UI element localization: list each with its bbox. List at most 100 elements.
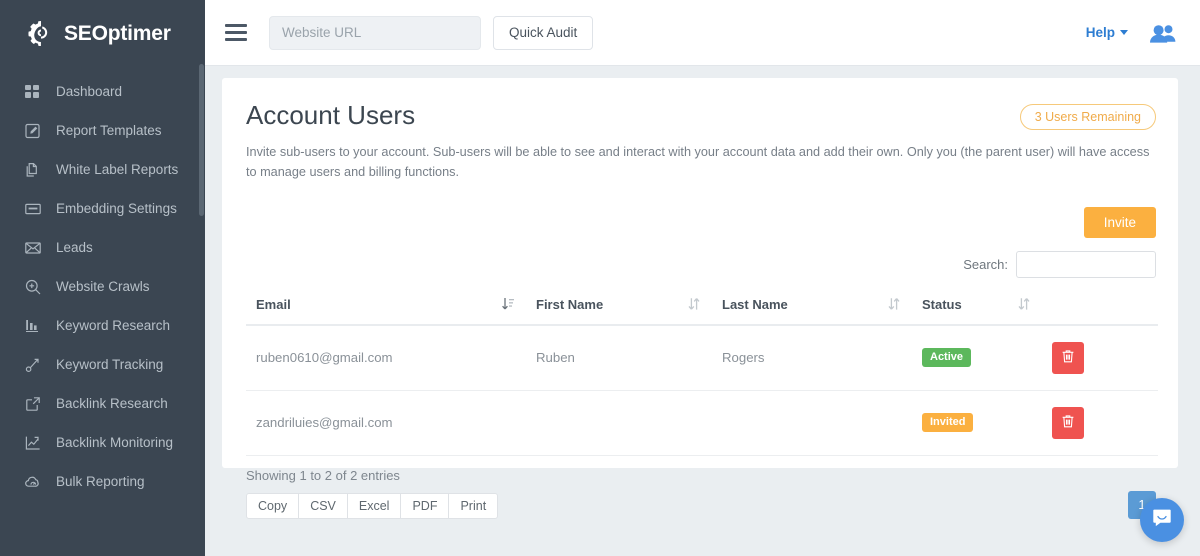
trash-icon: [1061, 349, 1075, 367]
table-head: Email First Name: [246, 291, 1158, 325]
users-group-icon[interactable]: [1150, 23, 1176, 43]
sidebar-item-dashboard[interactable]: Dashboard: [0, 72, 205, 111]
sort-asc-icon: [502, 297, 514, 311]
help-menu[interactable]: Help: [1086, 25, 1128, 40]
entries-info: Showing 1 to 2 of 2 entries: [246, 468, 498, 483]
trash-icon: [1061, 414, 1075, 432]
sidebar-item-website-crawls[interactable]: Website Crawls: [0, 267, 205, 306]
sidebar-item-label: Website Crawls: [56, 279, 150, 294]
sidebar-item-label: Keyword Research: [56, 318, 170, 333]
table-footer: Showing 1 to 2 of 2 entries Copy CSV Exc…: [246, 468, 1156, 519]
cell-actions: [1042, 325, 1158, 391]
cloud-gauge-icon: [24, 473, 42, 491]
content-area: Account Users 3 Users Remaining Invite s…: [205, 66, 1200, 556]
topbar: Quick Audit Help: [205, 0, 1200, 66]
export-print-button[interactable]: Print: [448, 493, 498, 519]
sidebar-item-backlink-research[interactable]: Backlink Research: [0, 384, 205, 423]
sidebar-item-label: Bulk Reporting: [56, 474, 145, 489]
invite-button[interactable]: Invite: [1084, 207, 1156, 238]
export-copy-button[interactable]: Copy: [246, 493, 299, 519]
sidebar-item-label: Leads: [56, 240, 93, 255]
column-header-actions: [1042, 291, 1158, 325]
sidebar-item-keyword-tracking[interactable]: Keyword Tracking: [0, 345, 205, 384]
export-buttons: Copy CSV Excel PDF Print: [246, 493, 498, 519]
brand-name: SEOptimer: [64, 23, 171, 44]
sidebar-item-label: Dashboard: [56, 84, 122, 99]
invite-row: Invite: [246, 207, 1156, 238]
envelope-icon: [24, 239, 42, 257]
brand-logo[interactable]: SEOptimer: [0, 0, 205, 66]
sidebar-item-backlink-monitoring[interactable]: Backlink Monitoring: [0, 423, 205, 462]
column-header-status[interactable]: Status: [912, 291, 1042, 325]
sidebar-item-label: Report Templates: [56, 123, 162, 138]
sidebar-item-report-templates[interactable]: Report Templates: [0, 111, 205, 150]
cell-status: Invited: [912, 390, 1042, 455]
sidebar-scrollbar[interactable]: [199, 64, 204, 216]
export-excel-button[interactable]: Excel: [347, 493, 402, 519]
cell-email: ruben0610@gmail.com: [246, 325, 526, 391]
card-header: Account Users 3 Users Remaining: [246, 100, 1156, 131]
pencil-square-icon: [24, 122, 42, 140]
cell-last-name: [712, 390, 912, 455]
cell-actions: [1042, 390, 1158, 455]
search-input[interactable]: [269, 16, 481, 50]
table-header-row: Email First Name: [246, 291, 1158, 325]
intercom-launcher-button[interactable]: [1140, 498, 1184, 542]
external-link-icon: [24, 395, 42, 413]
footer-left: Showing 1 to 2 of 2 entries Copy CSV Exc…: [246, 468, 498, 519]
cell-first-name: [526, 390, 712, 455]
sidebar-item-white-label-reports[interactable]: White Label Reports: [0, 150, 205, 189]
column-label: Last Name: [722, 297, 788, 312]
sidebar-item-embedding-settings[interactable]: Embedding Settings: [0, 189, 205, 228]
table-row: zandriluies@gmail.com Invited: [246, 390, 1158, 455]
page-description: Invite sub-users to your account. Sub-us…: [246, 143, 1151, 182]
column-header-email[interactable]: Email: [246, 291, 526, 325]
sidebar-item-label: Backlink Research: [56, 396, 168, 411]
status-badge: Active: [922, 348, 971, 367]
sidebar-item-label: Backlink Monitoring: [56, 435, 173, 450]
window-embed-icon: [24, 200, 42, 218]
column-header-last-name[interactable]: Last Name: [712, 291, 912, 325]
table-search: Search:: [246, 251, 1156, 278]
page-title: Account Users: [246, 100, 415, 131]
intercom-messenger-icon: [1151, 507, 1173, 534]
sidebar-item-label: Keyword Tracking: [56, 357, 163, 372]
trend-line-icon: [24, 356, 42, 374]
sidebar-item-label: Embedding Settings: [56, 201, 177, 216]
search-plus-icon: [24, 278, 42, 296]
table-row: ruben0610@gmail.com Ruben Rogers Active: [246, 325, 1158, 391]
column-label: Status: [922, 297, 962, 312]
sidebar-item-leads[interactable]: Leads: [0, 228, 205, 267]
topbar-right: Help: [1086, 23, 1176, 43]
cell-status: Active: [912, 325, 1042, 391]
gear-s-logo-icon: [26, 18, 56, 48]
export-pdf-button[interactable]: PDF: [400, 493, 449, 519]
table-search-label: Search:: [963, 257, 1008, 272]
table-search-input[interactable]: [1016, 251, 1156, 278]
users-remaining-badge: 3 Users Remaining: [1020, 104, 1156, 130]
sort-none-icon: [888, 297, 900, 311]
sidebar-item-bulk-reporting[interactable]: Bulk Reporting: [0, 462, 205, 501]
users-table: Email First Name: [246, 291, 1158, 456]
hamburger-icon[interactable]: [225, 24, 247, 41]
sidebar-item-label: White Label Reports: [56, 162, 178, 177]
table-body: ruben0610@gmail.com Ruben Rogers Active: [246, 325, 1158, 456]
status-badge: Invited: [922, 413, 973, 432]
sidebar-item-keyword-research[interactable]: Keyword Research: [0, 306, 205, 345]
sidebar-nav: Dashboard Report Templates White Label R…: [0, 66, 205, 501]
cell-email: zandriluies@gmail.com: [246, 390, 526, 455]
sort-none-icon: [1018, 297, 1030, 311]
delete-user-button[interactable]: [1052, 342, 1084, 374]
grid-icon: [24, 83, 42, 101]
cell-first-name: Ruben: [526, 325, 712, 391]
column-label: First Name: [536, 297, 603, 312]
column-header-first-name[interactable]: First Name: [526, 291, 712, 325]
copy-files-icon: [24, 161, 42, 179]
main-area: Quick Audit Help: [205, 0, 1200, 556]
caret-down-icon: [1120, 30, 1128, 35]
delete-user-button[interactable]: [1052, 407, 1084, 439]
export-csv-button[interactable]: CSV: [298, 493, 348, 519]
bar-chart-icon: [24, 317, 42, 335]
sort-none-icon: [688, 297, 700, 311]
quick-audit-button[interactable]: Quick Audit: [493, 16, 593, 50]
